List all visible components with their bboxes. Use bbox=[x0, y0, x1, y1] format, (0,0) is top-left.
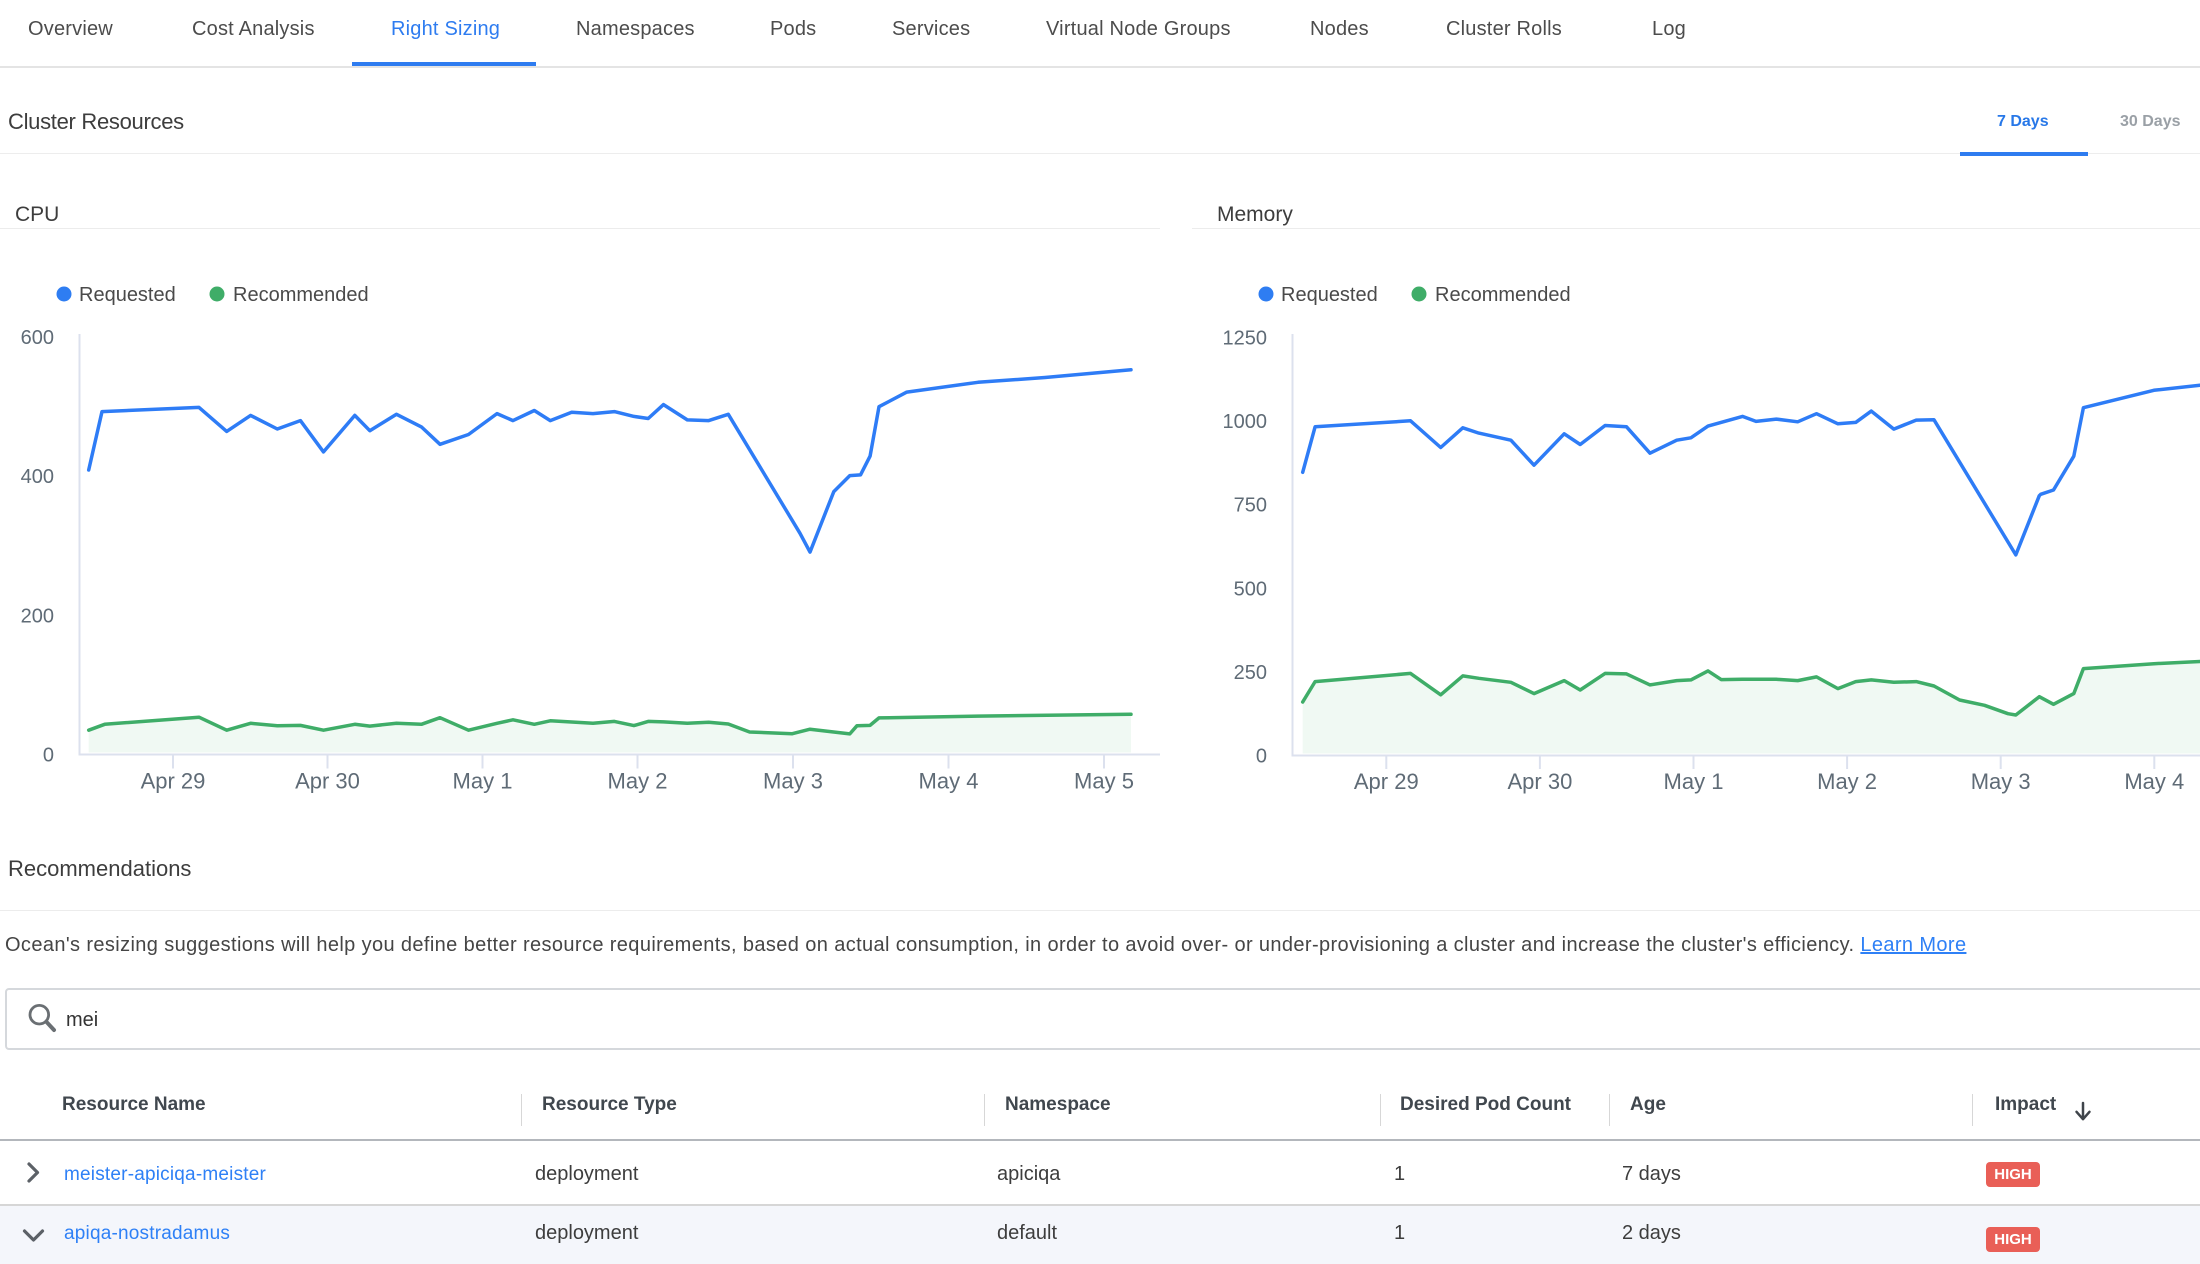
svg-text:May 4: May 4 bbox=[919, 769, 979, 794]
svg-text:May 1: May 1 bbox=[453, 769, 513, 794]
svg-text:Recommended: Recommended bbox=[1435, 284, 1571, 306]
svg-text:Recommended: Recommended bbox=[233, 284, 369, 306]
svg-text:Apr 30: Apr 30 bbox=[295, 769, 360, 794]
svg-text:750: 750 bbox=[1234, 495, 1267, 517]
svg-text:1000: 1000 bbox=[1223, 411, 1268, 433]
svg-text:250: 250 bbox=[1234, 662, 1267, 684]
svg-text:0: 0 bbox=[43, 745, 54, 767]
svg-text:Apr 30: Apr 30 bbox=[1507, 769, 1572, 794]
svg-text:Apr 29: Apr 29 bbox=[141, 769, 206, 794]
svg-text:0: 0 bbox=[1256, 746, 1267, 768]
svg-text:May 3: May 3 bbox=[1971, 769, 2031, 794]
svg-text:May 5: May 5 bbox=[1074, 769, 1134, 794]
svg-text:May 2: May 2 bbox=[1817, 769, 1877, 794]
svg-text:May 1: May 1 bbox=[1664, 769, 1724, 794]
svg-text:Requested: Requested bbox=[1281, 284, 1378, 306]
svg-text:May 3: May 3 bbox=[763, 769, 823, 794]
svg-text:600: 600 bbox=[21, 327, 54, 349]
svg-text:500: 500 bbox=[1234, 578, 1267, 600]
svg-text:Apr 29: Apr 29 bbox=[1354, 769, 1419, 794]
svg-text:Requested: Requested bbox=[79, 284, 176, 306]
svg-text:400: 400 bbox=[21, 466, 54, 488]
svg-text:May 4: May 4 bbox=[2124, 769, 2184, 794]
svg-text:1250: 1250 bbox=[1223, 328, 1268, 350]
svg-text:May 2: May 2 bbox=[608, 769, 668, 794]
svg-text:200: 200 bbox=[21, 605, 54, 627]
